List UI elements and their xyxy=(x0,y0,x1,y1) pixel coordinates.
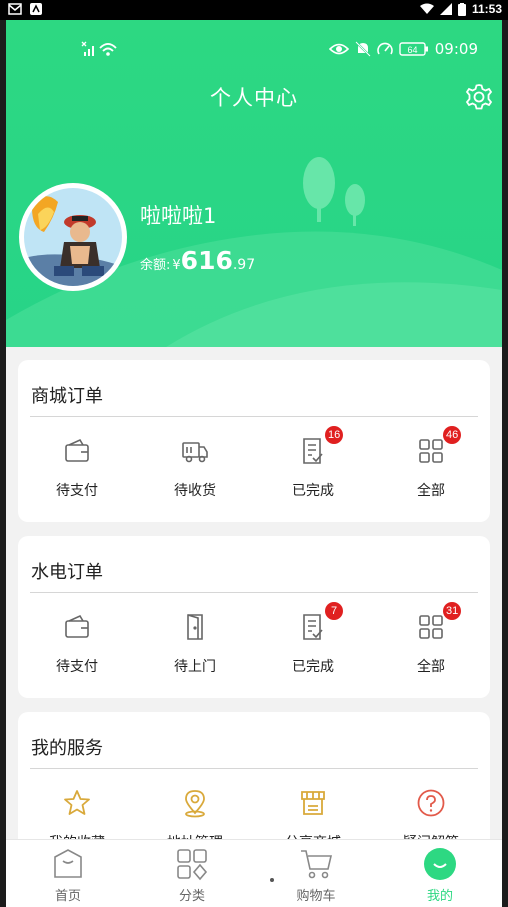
wallet-icon xyxy=(65,438,89,462)
speed-icon xyxy=(376,42,393,55)
item-label: 全部 xyxy=(417,483,445,499)
mute-bell-icon xyxy=(355,41,371,57)
help-icon xyxy=(417,789,445,817)
avatar[interactable] xyxy=(19,183,127,291)
item-label: 全部 xyxy=(417,659,445,675)
profile-icon xyxy=(424,848,456,880)
nav-label: 首页 xyxy=(54,889,81,904)
utility-orders-title: 水电订单 xyxy=(31,562,103,583)
grid-icon xyxy=(419,615,443,639)
completed-count-badge: 16 xyxy=(325,426,344,444)
all-count-badge: 46 xyxy=(443,426,462,444)
nav-profile[interactable]: 我的 xyxy=(378,840,502,907)
mall-orders-title: 商城订单 xyxy=(31,386,103,407)
checklist-icon xyxy=(303,614,323,640)
app-notification-icon xyxy=(30,3,42,15)
nav-cart[interactable]: 购物车 xyxy=(254,840,378,907)
svg-text:64: 64 xyxy=(407,45,417,55)
checklist-icon xyxy=(303,438,323,464)
utility-order-all[interactable]: 31 全部 xyxy=(372,602,490,676)
item-label: 已完成 xyxy=(292,659,334,675)
category-icon xyxy=(177,849,208,881)
balance-label: 余额: xyxy=(140,258,171,273)
nav-label: 分类 xyxy=(178,889,205,904)
divider xyxy=(30,768,478,769)
divider xyxy=(30,592,478,593)
signal-icon xyxy=(439,3,452,15)
nav-label: 我的 xyxy=(426,889,453,904)
wifi-icon xyxy=(419,3,434,14)
mall-order-completed[interactable]: 16 已完成 xyxy=(254,426,372,500)
gear-icon[interactable] xyxy=(464,82,494,112)
battery-level-icon: 64 xyxy=(399,42,428,56)
item-label: 待上门 xyxy=(174,659,216,675)
avatar-image xyxy=(24,188,122,286)
mail-icon xyxy=(8,3,22,15)
utility-order-completed[interactable]: 7 已完成 xyxy=(254,602,372,676)
nav-category[interactable]: 分类 xyxy=(130,840,254,907)
star-icon xyxy=(64,790,90,815)
nav-home[interactable]: 首页 xyxy=(6,840,130,907)
item-label: 待收货 xyxy=(174,483,216,499)
nav-label: 购物车 xyxy=(296,889,336,904)
bottom-nav: 首页 分类 购物车 我的 xyxy=(6,839,502,907)
utility-orders-card: 水电订单 待支付 待上门 7 已完成 31 全部 xyxy=(18,536,490,698)
truck-icon xyxy=(182,442,208,463)
utility-order-pending-payment[interactable]: 待支付 xyxy=(18,606,136,676)
item-label: 待支付 xyxy=(56,659,98,675)
mall-order-pending-payment[interactable]: 待支付 xyxy=(18,430,136,500)
app-status-time: 09:09 xyxy=(434,40,478,58)
cart-icon xyxy=(301,850,333,879)
battery-icon xyxy=(457,2,466,16)
page-title: 个人中心 xyxy=(210,86,298,110)
mall-order-pending-receipt[interactable]: 待收货 xyxy=(136,430,254,500)
door-icon xyxy=(187,614,203,640)
item-label: 待支付 xyxy=(56,483,98,499)
balance-amount: 616 xyxy=(180,246,233,275)
utility-order-pending-visit[interactable]: 待上门 xyxy=(136,606,254,676)
app-screen: 64 09:09 个人中心 啦啦啦1 余额: ¥ 616 .97 商城订单 待支… xyxy=(6,20,502,907)
currency-symbol: ¥ xyxy=(172,258,181,273)
store-icon xyxy=(301,791,325,815)
eye-icon xyxy=(328,43,349,55)
page-indicator-dot xyxy=(270,878,274,882)
all-count-badge: 31 xyxy=(443,602,462,620)
item-label: 已完成 xyxy=(292,483,334,499)
home-icon xyxy=(54,849,82,878)
signal-wifi-icon xyxy=(81,41,117,56)
username: 啦啦啦1 xyxy=(140,204,217,228)
device-status-bar: 11:53 xyxy=(0,0,508,20)
profile-header: 64 09:09 个人中心 啦啦啦1 余额: ¥ 616 .97 xyxy=(6,20,502,347)
balance: 余额: ¥ 616 .97 xyxy=(140,246,255,275)
wallet-icon xyxy=(65,614,89,638)
location-pin-icon xyxy=(185,790,205,818)
balance-decimal: .97 xyxy=(232,257,256,273)
app-status-bar: 64 09:09 xyxy=(6,40,502,60)
grid-icon xyxy=(419,439,443,463)
completed-count-badge: 7 xyxy=(325,602,343,620)
services-title: 我的服务 xyxy=(31,738,103,759)
mall-orders-card: 商城订单 待支付 待收货 16 已完成 46 全部 xyxy=(18,360,490,522)
device-time: 11:53 xyxy=(471,2,502,16)
mall-order-all[interactable]: 46 全部 xyxy=(372,426,490,500)
divider xyxy=(30,416,478,417)
